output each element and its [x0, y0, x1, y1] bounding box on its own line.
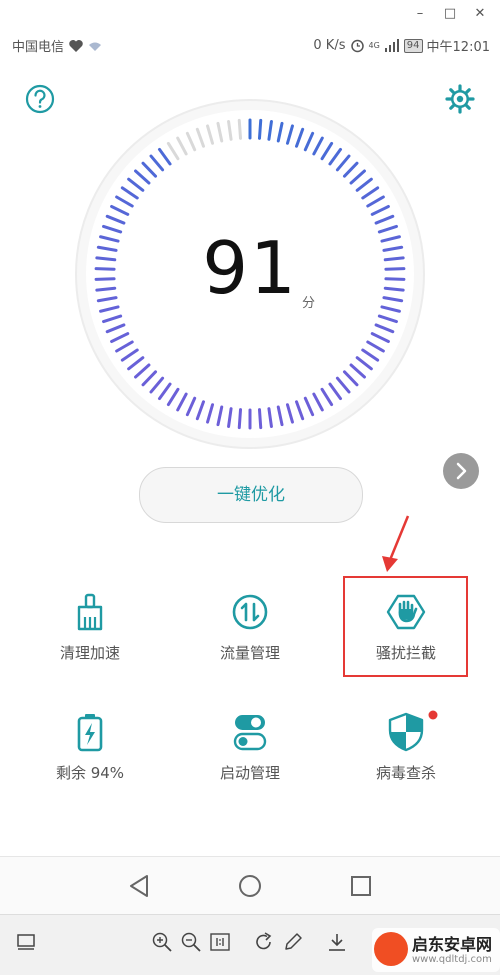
- screen-icon[interactable]: [16, 931, 38, 953]
- wifi-icon: [89, 42, 102, 51]
- watermark-title: 启东安卓网: [412, 935, 493, 954]
- network-type: 4G: [368, 41, 380, 50]
- gauge-tick-inactive: [237, 118, 243, 140]
- tile-label: 流量管理: [219, 644, 280, 662]
- battery-icon: [77, 714, 103, 752]
- tile-startup[interactable]: 启动管理: [180, 712, 320, 812]
- tile-antivirus[interactable]: 病毒查杀: [336, 710, 476, 812]
- next-button[interactable]: [443, 453, 479, 489]
- watermark: 启东安卓网 www.qdltdj.com: [372, 928, 500, 972]
- chevron-right-icon: [456, 462, 467, 480]
- data-traffic-icon: [232, 594, 268, 630]
- recent-apps-icon[interactable]: [346, 871, 376, 901]
- alarm-icon: [350, 39, 364, 53]
- highlight-box: [343, 576, 468, 677]
- score-value: 91: [202, 226, 298, 310]
- one-key-optimize-button[interactable]: 一键优化: [139, 467, 363, 523]
- zoom-out-icon[interactable]: [180, 931, 202, 953]
- home-icon[interactable]: [235, 871, 265, 901]
- status-bar: 中国电信 0 K/s 4G 94 中午12:01: [0, 32, 500, 58]
- minimize-button[interactable]: –: [408, 4, 432, 24]
- gear-icon[interactable]: [445, 84, 475, 114]
- toggle-icon: [233, 715, 267, 751]
- arrow-annotation: [382, 515, 410, 572]
- heart-icon: [69, 39, 83, 52]
- tile-label: 清理加速: [59, 644, 120, 662]
- tile-battery[interactable]: 剩余 94%: [20, 712, 160, 812]
- actual-size-icon[interactable]: [209, 931, 231, 953]
- tile-label: 启动管理: [219, 764, 280, 782]
- signal-icon: [384, 39, 399, 52]
- tile-label: 剩余 94%: [55, 764, 125, 782]
- edit-icon[interactable]: [282, 931, 304, 953]
- maximize-button[interactable]: □: [438, 4, 462, 24]
- watermark-url: www.qdltdj.com: [412, 954, 492, 965]
- battery-indicator: 94: [403, 38, 423, 53]
- carrier-label: 中国电信: [12, 40, 65, 55]
- net-speed: 0 K/s: [313, 38, 346, 53]
- zoom-in-icon[interactable]: [151, 931, 173, 953]
- close-button[interactable]: ✕: [468, 4, 492, 24]
- tile-cleanup[interactable]: 清理加速: [20, 592, 160, 692]
- gauge-tick-active: [257, 408, 263, 430]
- download-icon[interactable]: [326, 931, 348, 953]
- gauge-tick-active: [237, 408, 243, 430]
- notification-dot: [428, 710, 438, 720]
- gauge-tick-active: [257, 118, 263, 140]
- back-icon[interactable]: [125, 871, 155, 901]
- rotate-icon[interactable]: [253, 931, 275, 953]
- navigation-bar: [0, 856, 500, 915]
- help-circle-icon[interactable]: [25, 84, 55, 114]
- broom-icon: [77, 593, 103, 631]
- tile-traffic[interactable]: 流量管理: [180, 592, 320, 692]
- clock: 中午12:01: [426, 40, 490, 55]
- window-controls: – □ ✕: [0, 0, 500, 28]
- score-unit: 分: [302, 296, 316, 311]
- shield-icon: [388, 712, 424, 752]
- tile-label: 病毒查杀: [375, 764, 436, 782]
- watermark-logo: [374, 932, 408, 966]
